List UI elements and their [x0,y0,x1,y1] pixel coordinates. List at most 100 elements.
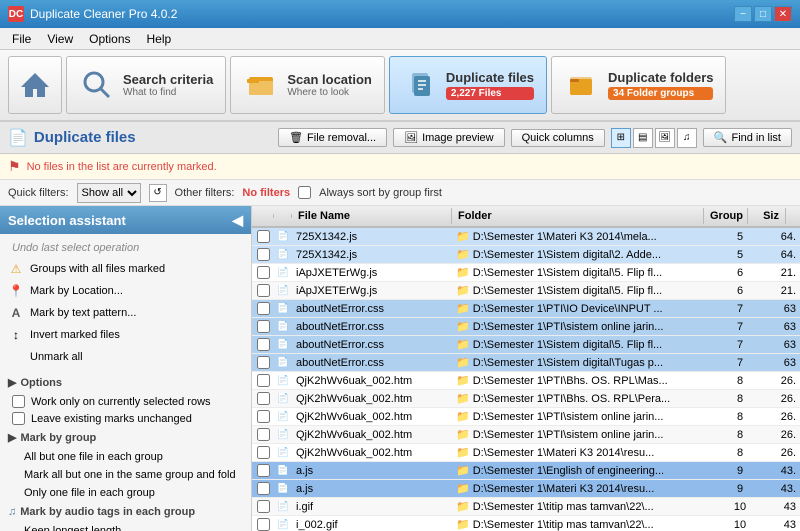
menu-view[interactable]: View [39,30,81,48]
toolbar-home[interactable] [8,56,62,114]
row-checkbox[interactable] [257,482,270,495]
table-row[interactable]: 📄 a.js 📁 D:\Semester 1\Materi K3 2014\re… [252,480,800,498]
qc-icon-image[interactable]: 🖼 [655,128,675,148]
row-checkbox[interactable] [257,302,270,315]
row-checkbox[interactable] [257,518,270,531]
row-checkbox[interactable] [257,374,270,387]
col-header-name[interactable]: File Name [292,208,452,224]
duplicate-files-icon [402,67,438,103]
table-row[interactable]: 📄 a.js 📁 D:\Semester 1\English of engine… [252,462,800,480]
sidebar-item-mark-text[interactable]: A Mark by text pattern... [0,302,251,324]
table-row[interactable]: 📄 i.gif 📁 D:\Semester 1\titip mas tamvan… [252,498,800,516]
table-row[interactable]: 📄 aboutNetError.css 📁 D:\Semester 1\PTI\… [252,300,800,318]
file-type-icon: 📄 [274,285,292,296]
toolbar-duplicate-files[interactable]: Duplicate files 2,227 Files [389,56,547,114]
qc-icon-audio[interactable]: ♫ [677,128,697,148]
file-type-icon: 📄 [274,483,292,494]
row-checkbox[interactable] [257,500,270,513]
minimize-button[interactable]: − [734,6,752,22]
qc-icon-list[interactable]: ▤ [633,128,653,148]
table-row[interactable]: 📄 i_002.gif 📁 D:\Semester 1\titip mas ta… [252,516,800,531]
quick-filters-select[interactable]: Show all [77,183,141,203]
row-checkbox[interactable] [257,230,270,243]
sidebar-item-longest[interactable]: Keep longest length [0,522,251,531]
row-checkbox[interactable] [257,284,270,297]
size-cell: 63 [762,339,800,351]
group-cell: 8 [718,375,762,387]
maximize-button[interactable]: □ [754,6,772,22]
row-checkbox[interactable] [257,446,270,459]
selected-rows-checkbox[interactable] [12,395,25,408]
existing-marks-checkbox[interactable] [12,412,25,425]
image-icon: 🖼 [404,131,418,144]
row-checkbox[interactable] [257,392,270,405]
sidebar-item-all-but-one-fold[interactable]: Mark all but one in the same group and f… [0,466,251,484]
row-checkbox[interactable] [257,320,270,333]
table-row[interactable]: 📄 aboutNetError.css 📁 D:\Semester 1\Sist… [252,336,800,354]
image-preview-button[interactable]: 🖼 Image preview [393,128,505,147]
sidebar-checkbox-selected-rows[interactable]: Work only on currently selected rows [0,393,251,410]
toolbar-scan-location[interactable]: Scan location Where to look [230,56,385,114]
sidebar-item-only-one[interactable]: Only one file in each group [0,484,251,502]
trash-icon: 🗑 [289,131,303,144]
sidebar-item-groups-all[interactable]: ⚠ Groups with all files marked [0,258,251,280]
table-row[interactable]: 📄 QjK2hWv6uak_002.htm 📁 D:\Semester 1\Ma… [252,444,800,462]
row-checkbox[interactable] [257,248,270,261]
table-row[interactable]: 📄 iApJXETErWg.js 📁 D:\Semester 1\Sistem … [252,282,800,300]
file-type-icon: 📄 [274,339,292,350]
file-name-cell: QjK2hWv6uak_002.htm [292,429,452,441]
sidebar-item-invert[interactable]: ↕ Invert marked files [0,324,251,346]
table-row[interactable]: 📄 iApJXETErWg.js 📁 D:\Semester 1\Sistem … [252,264,800,282]
table-row[interactable]: 📄 725X1342.js 📁 D:\Semester 1\Materi K3 … [252,228,800,246]
mark-group-expand-icon: ▶ [8,431,16,444]
row-checkbox[interactable] [257,410,270,423]
sidebar-item-unmark-all[interactable]: Unmark all [0,346,251,368]
close-button[interactable]: ✕ [774,6,792,22]
row-checkbox[interactable] [257,338,270,351]
search-criteria-title: Search criteria [123,72,213,87]
table-row[interactable]: 📄 QjK2hWv6uak_002.htm 📁 D:\Semester 1\PT… [252,390,800,408]
folder-cell: 📁 D:\Semester 1\PTI\Bhs. OS. RPL\Mas... [452,374,718,387]
table-row[interactable]: 📄 aboutNetError.css 📁 D:\Semester 1\Sist… [252,354,800,372]
group-cell: 7 [718,357,762,369]
table-row[interactable]: 📄 QjK2hWv6uak_002.htm 📁 D:\Semester 1\PT… [252,372,800,390]
table-row[interactable]: 📄 QjK2hWv6uak_002.htm 📁 D:\Semester 1\PT… [252,426,800,444]
row-checkbox[interactable] [257,464,270,477]
table-row[interactable]: 📄 aboutNetError.css 📁 D:\Semester 1\PTI\… [252,318,800,336]
row-checkbox[interactable] [257,428,270,441]
sidebar-checkbox-existing-marks[interactable]: Leave existing marks unchanged [0,410,251,427]
find-in-list-button[interactable]: 🔍 Find in list [703,128,792,147]
quick-columns-button[interactable]: Quick columns [511,129,605,147]
row-checkbox[interactable] [257,356,270,369]
filter-refresh-button[interactable]: ↺ [149,184,167,202]
col-header-check [252,214,274,218]
sidebar-collapse-button[interactable]: ◀ [232,212,243,229]
folder-icon: 📁 [456,320,470,333]
col-header-size[interactable]: Siz [748,208,786,224]
title-bar-left: DC Duplicate Cleaner Pro 4.0.2 [8,6,177,22]
always-sort-checkbox[interactable] [298,186,311,199]
scan-location-text: Scan location Where to look [287,72,372,98]
duplicate-files-title: Duplicate files [446,70,534,85]
menu-options[interactable]: Options [81,30,138,48]
toolbar-search-criteria[interactable]: Search criteria What to find [66,56,226,114]
folder-icon: 📁 [456,248,470,261]
col-header-group[interactable]: Group [704,208,748,224]
menu-help[interactable]: Help [139,30,180,48]
table-row[interactable]: 📄 QjK2hWv6uak_002.htm 📁 D:\Semester 1\PT… [252,408,800,426]
folder-icon: 📁 [456,500,470,513]
qc-icon-grid[interactable]: ⊞ [611,128,631,148]
col-header-folder[interactable]: Folder [452,208,704,224]
file-list: File Name Folder Group Siz 📄 725X1342.js… [252,206,800,531]
file-type-icon: 📄 [274,447,292,458]
sidebar-item-all-but-one[interactable]: All but one file in each group [0,448,251,466]
file-removal-button[interactable]: 🗑 File removal... [278,128,387,147]
table-row[interactable]: 📄 725X1342.js 📁 D:\Semester 1\Sistem dig… [252,246,800,264]
sidebar-item-mark-location[interactable]: 📍 Mark by Location... [0,280,251,302]
unmark-icon [8,349,24,365]
row-checkbox[interactable] [257,266,270,279]
other-filters-value: No filters [242,187,290,199]
menu-file[interactable]: File [4,30,39,48]
toolbar-duplicate-folders[interactable]: Duplicate folders 34 Folder groups [551,56,726,114]
file-type-icon: 📄 [274,393,292,404]
